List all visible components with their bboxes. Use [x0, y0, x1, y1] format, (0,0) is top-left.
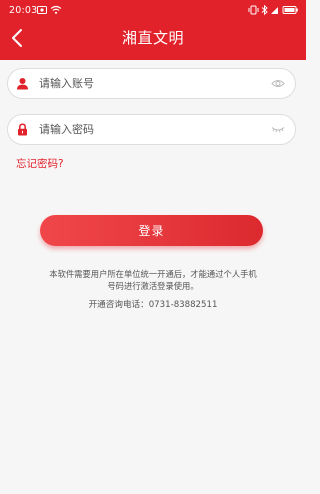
- user-icon: [17, 78, 28, 90]
- eye-icon[interactable]: [271, 78, 285, 89]
- activation-notice: 本软件需要用户所在单位统一开通后，才能通过个人手机号码进行激活登录使用。: [49, 269, 257, 291]
- status-right-icons: [248, 4, 300, 16]
- account-field[interactable]: [7, 68, 296, 99]
- status-bar: 20:03: [0, 0, 306, 20]
- notification-icons: [37, 5, 62, 14]
- app-header: 20:03 湘直文明: [0, 0, 306, 60]
- password-field[interactable]: [7, 114, 296, 145]
- bluetooth-icon: [261, 4, 268, 16]
- account-input[interactable]: [39, 74, 259, 93]
- battery-icon: [282, 6, 298, 14]
- vibrate-icon: [248, 5, 259, 15]
- status-left-icons: [37, 5, 63, 15]
- eye-closed-icon[interactable]: [271, 124, 285, 135]
- login-button[interactable]: 登录: [40, 215, 263, 246]
- page-title: 湘直文明: [121, 29, 184, 47]
- status-time: 20:03: [9, 5, 38, 16]
- password-input[interactable]: [39, 120, 259, 139]
- system-icons: [248, 4, 298, 16]
- signal-icon: [271, 7, 278, 14]
- lock-icon: [18, 123, 27, 136]
- consultation-hotline: 开通咨询电话：0731-83882511: [88, 300, 218, 310]
- forgot-password-link[interactable]: 忘记密码?: [16, 157, 64, 171]
